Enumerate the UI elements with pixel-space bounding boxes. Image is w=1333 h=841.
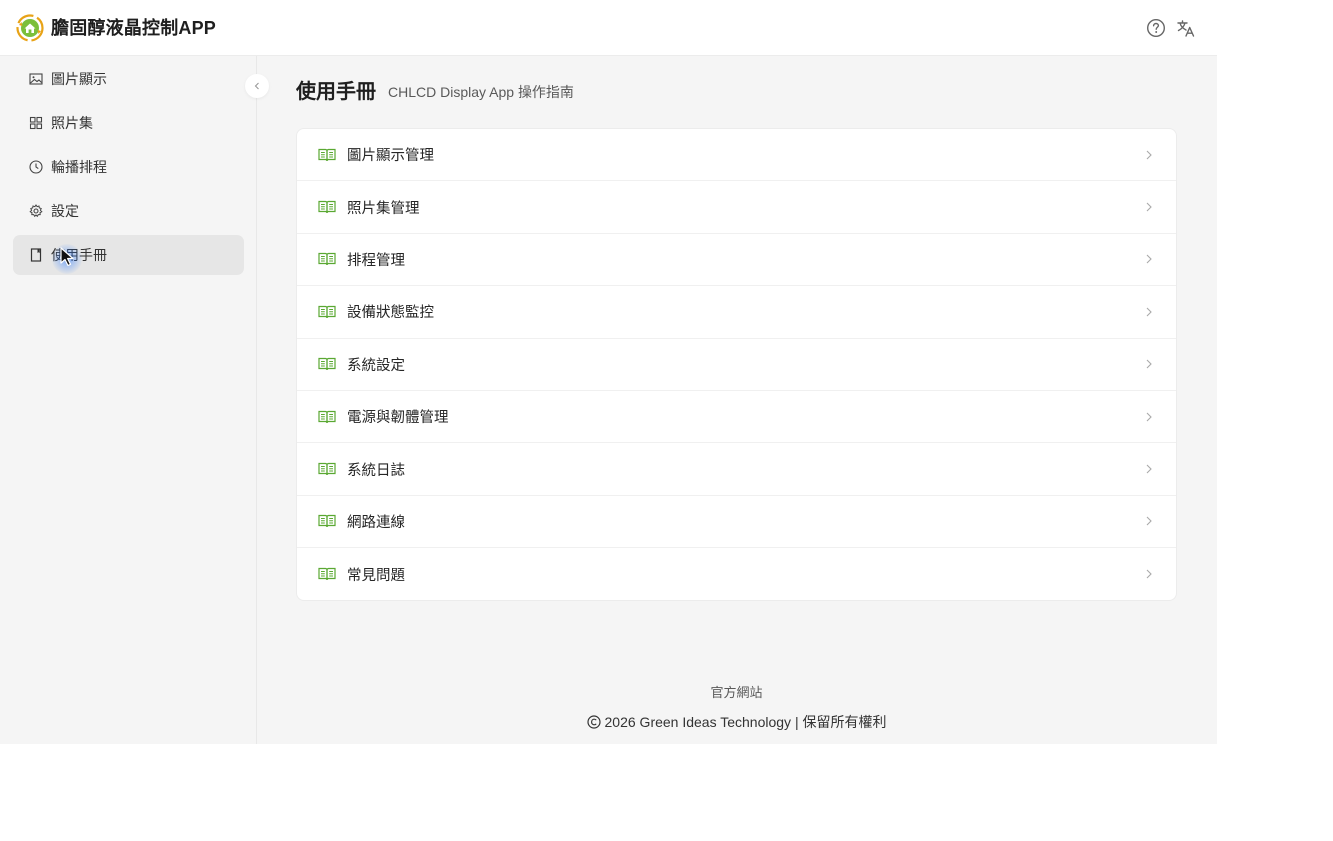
manual-section-label: 設備狀態監控 [347, 305, 434, 322]
footer-copyright: 2026 Green Ideas Technology | 保留所有權利 [0, 712, 1333, 732]
manual-section-label: 網路連線 [347, 514, 405, 531]
manual-section-row[interactable]: 電源與韌體管理 [297, 391, 1176, 444]
open-book-icon [318, 514, 336, 528]
sidebar-item-label: 設定 [51, 203, 79, 219]
manual-section-label: 電源與韌體管理 [347, 410, 449, 427]
manual-section-label: 照片集管理 [347, 200, 420, 217]
chevron-right-icon [1144, 306, 1154, 318]
recycle-home-icon [16, 14, 44, 42]
chevron-right-icon [1144, 411, 1154, 423]
manual-section-label: 排程管理 [347, 252, 405, 269]
manual-section-label: 常見問題 [347, 567, 405, 584]
manual-section-row[interactable]: 系統日誌 [297, 443, 1176, 496]
help-button[interactable] [1145, 17, 1167, 39]
gear-icon [28, 204, 43, 219]
page-subtitle: CHLCD Display App 操作指南 [388, 84, 574, 100]
translate-icon [1177, 20, 1195, 37]
grid-icon [28, 116, 43, 131]
book-icon [28, 248, 43, 263]
sidebar-item-label: 圖片顯示 [51, 71, 107, 87]
manual-section-row[interactable]: 照片集管理 [297, 181, 1176, 234]
manual-section-list: 圖片顯示管理 照片集管理排程管理設備狀態監控 系統設定電源與韌體管理 系統日誌網路連線… [296, 128, 1177, 601]
open-book-icon [318, 567, 336, 581]
manual-section-row[interactable]: 圖片顯示管理 [297, 129, 1176, 182]
top-header: 膽固醇液晶控制APP [0, 0, 1217, 56]
manual-section-row[interactable]: 系統設定 [297, 339, 1176, 391]
chevron-right-icon [1144, 568, 1154, 580]
help-circle-icon [1146, 18, 1166, 38]
app-window: 膽固醇液晶控制APP 圖片顯示 照片集 輪播排程 設定 使用手冊 CHLCD D… [0, 0, 1217, 744]
chevron-right-icon [1144, 358, 1154, 370]
manual-section-label: 圖片顯示管理 [347, 148, 434, 165]
manual-section-row[interactable]: 設備狀態監控 [297, 286, 1176, 339]
copyright-text: 2026 Green Ideas Technology | 保留所有權利 [604, 714, 887, 730]
sidebar-item-label: 照片集 [51, 115, 93, 131]
chevron-right-icon [1144, 253, 1154, 265]
manual-section-row[interactable]: 網路連線 [297, 496, 1176, 549]
chevron-left-icon [254, 82, 259, 90]
sidebar: 圖片顯示 照片集 輪播排程 設定 使用手冊 [0, 56, 257, 744]
chevron-right-icon [1144, 149, 1154, 161]
app-title: 膽固醇液晶控制APP [51, 18, 217, 38]
sidebar-item-settings[interactable]: 設定 [13, 191, 244, 231]
clock-icon [28, 160, 43, 175]
manual-section-row[interactable]: 常見問題 [297, 548, 1176, 600]
official-website-link[interactable]: 官方網站 [0, 682, 1333, 701]
manual-section-label: 系統設定 [347, 357, 405, 374]
sidebar-item-user-manual[interactable]: 使用手冊 [13, 235, 244, 275]
open-book-icon [318, 410, 336, 424]
chevron-right-icon [1144, 463, 1154, 475]
mouse-cursor-icon [60, 247, 76, 267]
copyright-icon [586, 715, 601, 732]
image-icon [28, 72, 43, 87]
open-book-icon [318, 252, 336, 266]
open-book-icon [318, 305, 336, 319]
sidebar-item-photo-album[interactable]: 照片集 [13, 103, 244, 143]
language-button[interactable] [1175, 17, 1197, 39]
open-book-icon [318, 357, 336, 371]
sidebar-item-image-display[interactable]: 圖片顯示 [13, 59, 244, 99]
open-book-icon [318, 148, 336, 162]
page-title: 使用手冊 [296, 81, 376, 103]
open-book-icon [318, 200, 336, 214]
sidebar-item-schedule[interactable]: 輪播排程 [13, 147, 244, 187]
open-book-icon [318, 462, 336, 476]
manual-section-row[interactable]: 排程管理 [297, 234, 1176, 287]
chevron-right-icon [1144, 515, 1154, 527]
chevron-right-icon [1144, 201, 1154, 213]
sidebar-item-label: 輪播排程 [51, 159, 107, 175]
sidebar-collapse-button[interactable] [245, 74, 269, 98]
manual-section-label: 系統日誌 [347, 462, 405, 479]
